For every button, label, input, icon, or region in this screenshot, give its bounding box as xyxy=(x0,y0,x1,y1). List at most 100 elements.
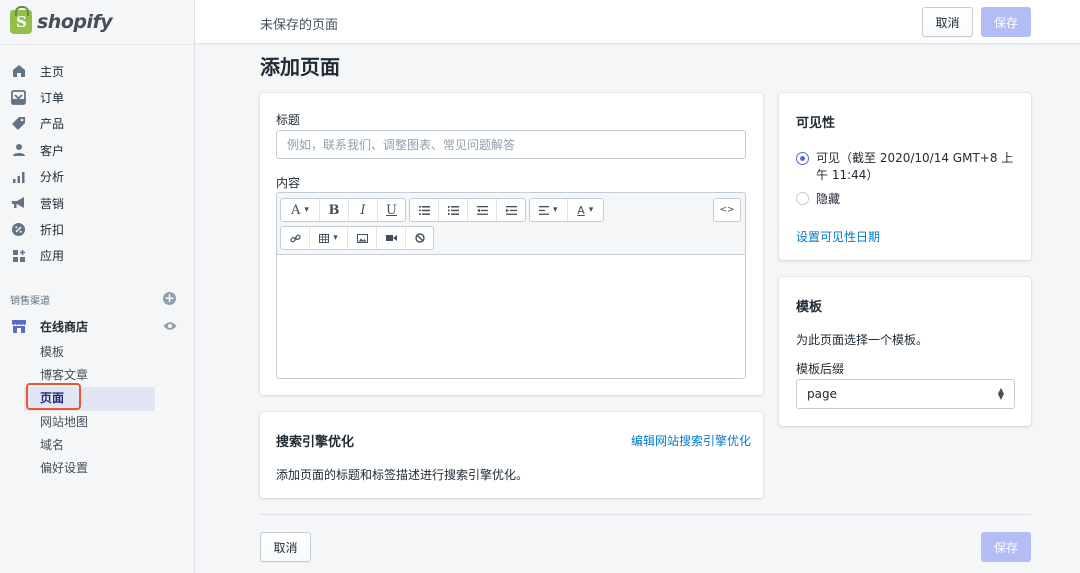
sidebar-item-customers[interactable]: 客户 xyxy=(0,137,195,163)
sidebar-item-label: 在线商店 xyxy=(40,319,89,334)
insert-image-button[interactable] xyxy=(348,227,377,249)
footer-cancel-button[interactable]: 取消 xyxy=(260,532,311,562)
title-input[interactable]: 例如，联系我们、调整图表、常见问题解答 xyxy=(276,130,746,159)
select-arrows-icon: ▲ ▼ xyxy=(997,386,1004,401)
eye-icon[interactable] xyxy=(163,320,177,334)
indent-button[interactable] xyxy=(497,199,525,221)
numbered-list-icon xyxy=(447,205,459,215)
sidebar-item-label: 订单 xyxy=(40,91,65,106)
sidebar-subitem-domains[interactable]: 域名 xyxy=(40,434,155,457)
sidebar-item-products[interactable]: 产品 xyxy=(0,111,195,137)
rich-text-editor[interactable]: A ▾ B I U ▾ A ▾ <> ▾ xyxy=(276,192,746,379)
outdent-icon xyxy=(476,205,488,215)
template-suffix-select[interactable]: page ▲ ▼ xyxy=(796,379,1015,409)
sidebar-item-label: 主页 xyxy=(40,64,65,79)
image-icon xyxy=(356,233,368,243)
sidebar-subitem-themes[interactable]: 模板 xyxy=(40,341,155,364)
insert-group: ▾ xyxy=(280,226,434,250)
title-label: 标题 xyxy=(276,113,301,127)
sidebar-item-label: 折扣 xyxy=(40,223,65,238)
clear-format-icon xyxy=(414,233,425,243)
sidebar-item-label: 应用 xyxy=(40,249,65,264)
video-icon xyxy=(385,235,397,241)
code-view-button[interactable]: <> xyxy=(714,199,740,221)
sidebar-item-label: 营销 xyxy=(40,196,65,211)
orders-icon xyxy=(10,89,27,106)
bold-button[interactable]: B xyxy=(320,199,349,221)
footer-save-button[interactable]: 保存 xyxy=(981,532,1031,562)
font-style-dropdown[interactable]: A ▾ xyxy=(281,199,320,221)
sidebar-item-marketing[interactable]: 营销 xyxy=(0,190,195,216)
edit-seo-link[interactable]: 编辑网站搜索引擎优化 xyxy=(631,432,751,449)
template-suffix-label: 模板后缀 xyxy=(796,362,845,376)
sidebar-item-home[interactable]: 主页 xyxy=(0,58,195,84)
link-icon xyxy=(289,234,301,242)
underline-button[interactable]: U xyxy=(378,199,405,221)
sidebar-subitem-blog-posts[interactable]: 博客文章 xyxy=(40,364,155,387)
template-suffix-value: page xyxy=(807,387,837,401)
discount-icon xyxy=(10,221,27,238)
shopify-logo[interactable]: S shopify xyxy=(10,6,113,35)
visibility-title: 可见性 xyxy=(796,116,836,131)
top-save-button[interactable]: 保存 xyxy=(981,7,1031,37)
sales-channels-title: 销售渠道 xyxy=(10,296,50,307)
sidebar: S shopify 主页 订单 产品 客户 分析 营销 折扣 应用 销售渠道 +… xyxy=(0,0,195,573)
visible-radio-label: 可见（截至 2020/10/14 GMT+8 上午 11:44） xyxy=(816,151,1014,182)
sidebar-item-apps[interactable]: 应用 xyxy=(0,243,195,269)
sidebar-item-label: 产品 xyxy=(40,117,65,132)
footer-divider xyxy=(260,514,1031,515)
seo-title: 搜索引擎优化 xyxy=(276,435,355,450)
bullet-list-icon xyxy=(418,205,430,215)
home-icon xyxy=(10,63,27,80)
top-cancel-button[interactable]: 取消 xyxy=(922,7,973,37)
shopify-bag-icon: S xyxy=(10,6,32,34)
sidebar-subitem-pages[interactable]: 页面 xyxy=(24,387,155,411)
table-icon xyxy=(319,233,330,243)
hidden-radio-label: 隐藏 xyxy=(816,192,841,206)
insert-video-button[interactable] xyxy=(377,227,406,249)
unsaved-page-title: 未保存的页面 xyxy=(260,18,339,33)
page-title: 添加页面 xyxy=(260,55,340,79)
sidebar-item-analytics[interactable]: 分析 xyxy=(0,164,195,190)
hidden-radio[interactable] xyxy=(796,192,809,205)
store-icon xyxy=(10,318,27,335)
sidebar-item-online-store[interactable]: 在线商店 xyxy=(10,316,185,336)
sidebar-item-orders[interactable]: 订单 xyxy=(0,84,195,110)
set-visibility-date-link[interactable]: 设置可见性日期 xyxy=(796,228,880,245)
insert-table-dropdown[interactable]: ▾ xyxy=(310,227,348,249)
sidebar-item-discounts[interactable]: 折扣 xyxy=(0,216,195,242)
code-view-group: <> xyxy=(713,198,741,222)
editor-toolbar: A ▾ B I U ▾ A ▾ <> ▾ xyxy=(277,193,745,255)
sidebar-subitem-preferences[interactable]: 偏好设置 xyxy=(40,457,155,480)
align-dropdown[interactable]: ▾ xyxy=(530,199,568,221)
main-nav: 主页 订单 产品 客户 分析 营销 折扣 应用 xyxy=(0,58,195,269)
text-color-dropdown[interactable]: A ▾ xyxy=(568,199,604,221)
add-sales-channel-button[interactable]: + xyxy=(163,292,176,305)
outdent-button[interactable] xyxy=(468,199,497,221)
megaphone-icon xyxy=(10,195,27,212)
sidebar-divider xyxy=(0,44,195,45)
apps-icon xyxy=(10,247,27,264)
bullet-list-button[interactable] xyxy=(410,199,439,221)
seo-description: 添加页面的标题和标签描述进行搜索引擎优化。 xyxy=(276,468,529,482)
list-indent-group xyxy=(409,198,526,222)
align-left-icon xyxy=(538,205,549,215)
person-icon xyxy=(10,142,27,159)
indent-icon xyxy=(505,205,517,215)
sidebar-item-label: 分析 xyxy=(40,170,65,185)
clear-formatting-button[interactable] xyxy=(406,227,433,249)
italic-button[interactable]: I xyxy=(349,199,378,221)
text-format-group: A ▾ B I U xyxy=(280,198,406,222)
visible-radio[interactable] xyxy=(796,152,809,165)
numbered-list-button[interactable] xyxy=(439,199,468,221)
content-label: 内容 xyxy=(276,176,301,190)
seo-card xyxy=(260,412,763,498)
template-title: 模板 xyxy=(796,300,823,315)
bar-chart-icon xyxy=(10,168,27,185)
sidebar-item-label: 客户 xyxy=(40,143,65,158)
insert-link-button[interactable] xyxy=(281,227,310,249)
tag-icon xyxy=(10,115,27,132)
template-description: 为此页面选择一个模板。 xyxy=(796,333,929,347)
align-color-group: ▾ A ▾ xyxy=(529,198,604,222)
sidebar-subitem-navigation[interactable]: 网站地图 xyxy=(40,411,155,434)
